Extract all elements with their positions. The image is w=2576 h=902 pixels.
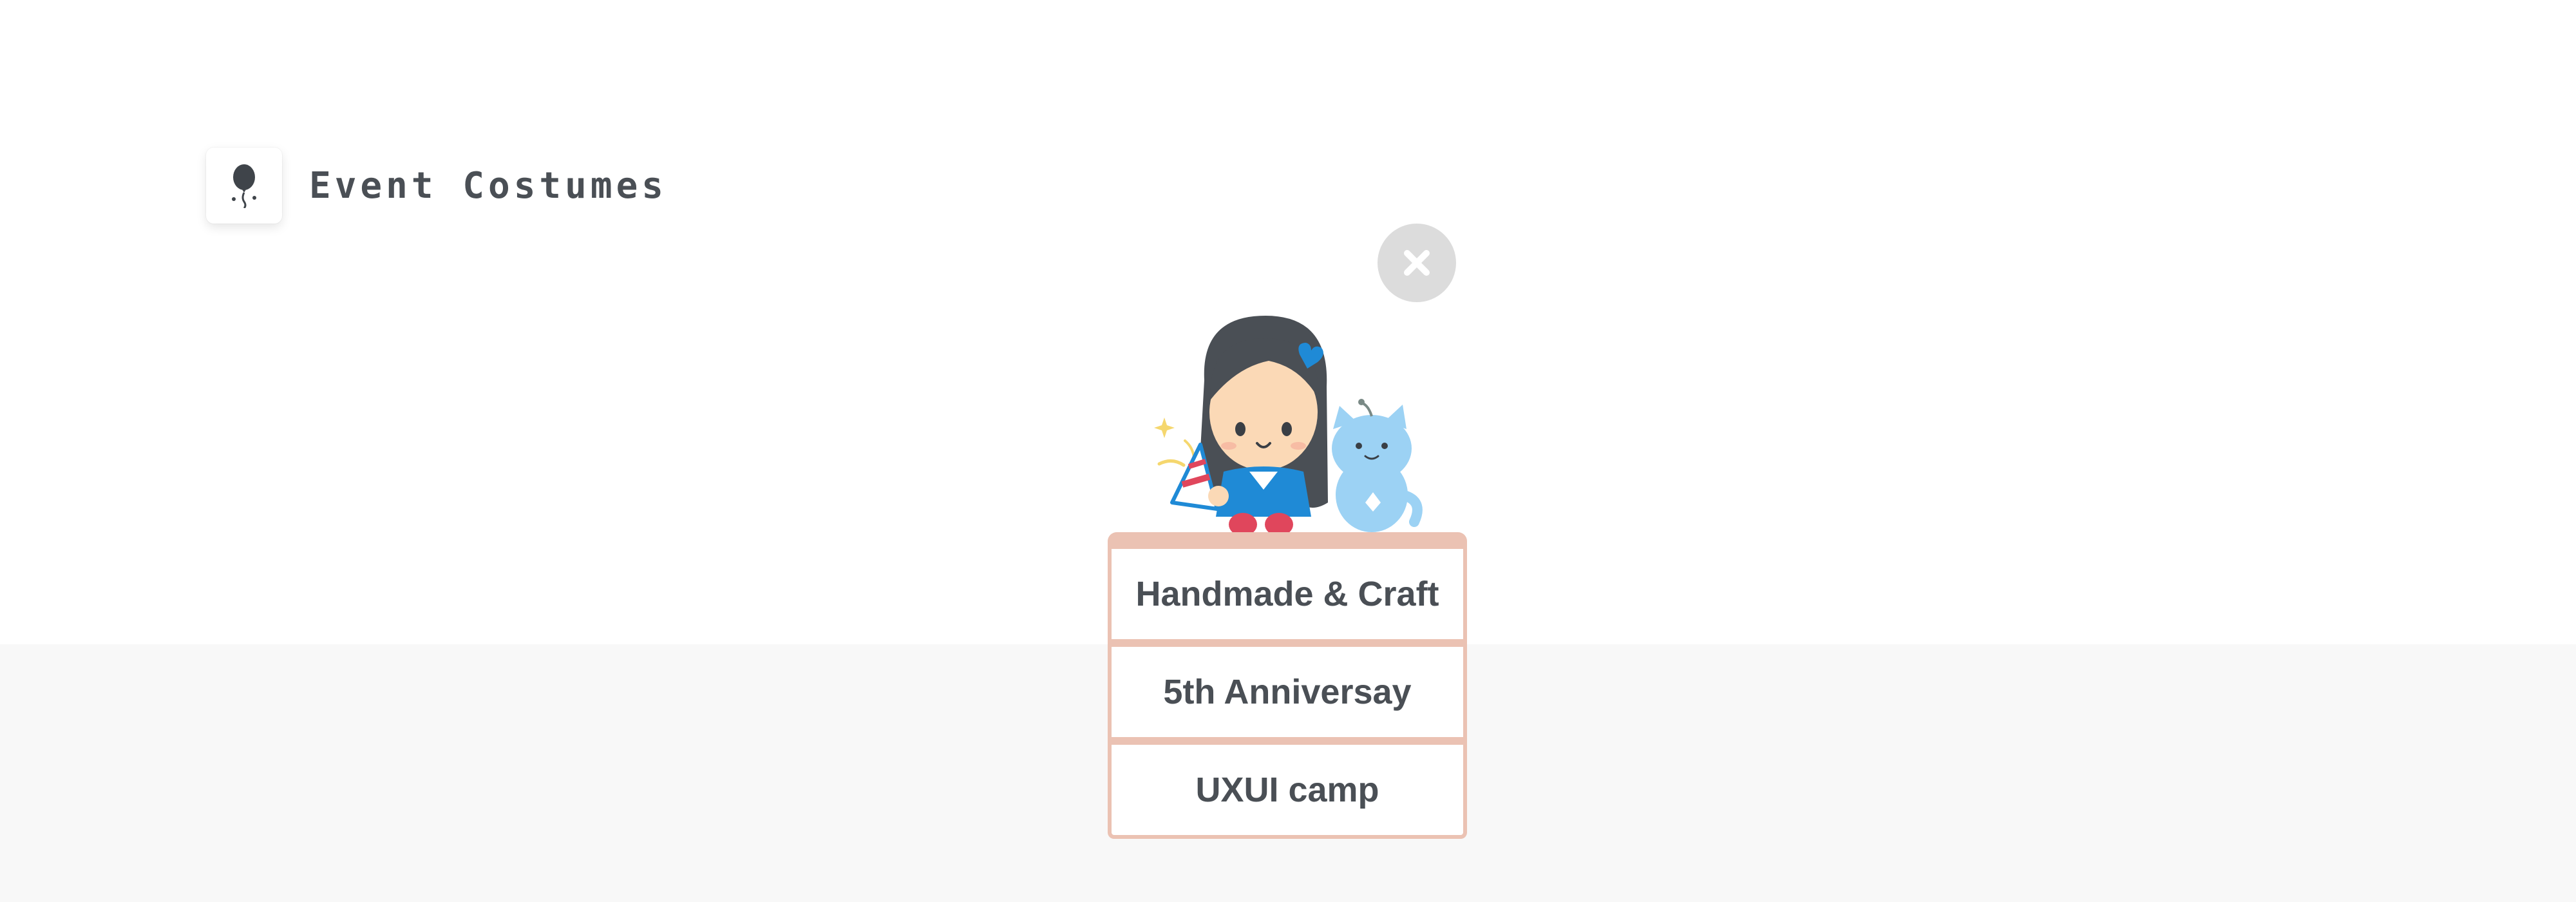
list-item-5th-anniversary[interactable]: 5th Anniversay xyxy=(1108,647,1467,741)
event-list: Handmade & Craft 5th Anniversay UXUI cam… xyxy=(1108,532,1467,839)
list-item-uxui-camp[interactable]: UXUI camp xyxy=(1108,745,1467,839)
close-icon xyxy=(1404,250,1430,276)
header: Event Costumes xyxy=(206,147,667,224)
girl-with-cat-icon xyxy=(1154,316,1423,536)
girl-with-cat-illustration xyxy=(1146,303,1430,541)
list-header-bar xyxy=(1108,532,1467,549)
page: Event Costumes Handmade & Craft 5th Anni… xyxy=(0,0,2576,902)
close-button[interactable] xyxy=(1378,224,1456,302)
list-item-handmade-craft[interactable]: Handmade & Craft xyxy=(1108,549,1467,643)
balloon-icon xyxy=(232,164,256,208)
logo-button[interactable] xyxy=(206,148,282,224)
page-title: Event Costumes xyxy=(309,164,668,207)
